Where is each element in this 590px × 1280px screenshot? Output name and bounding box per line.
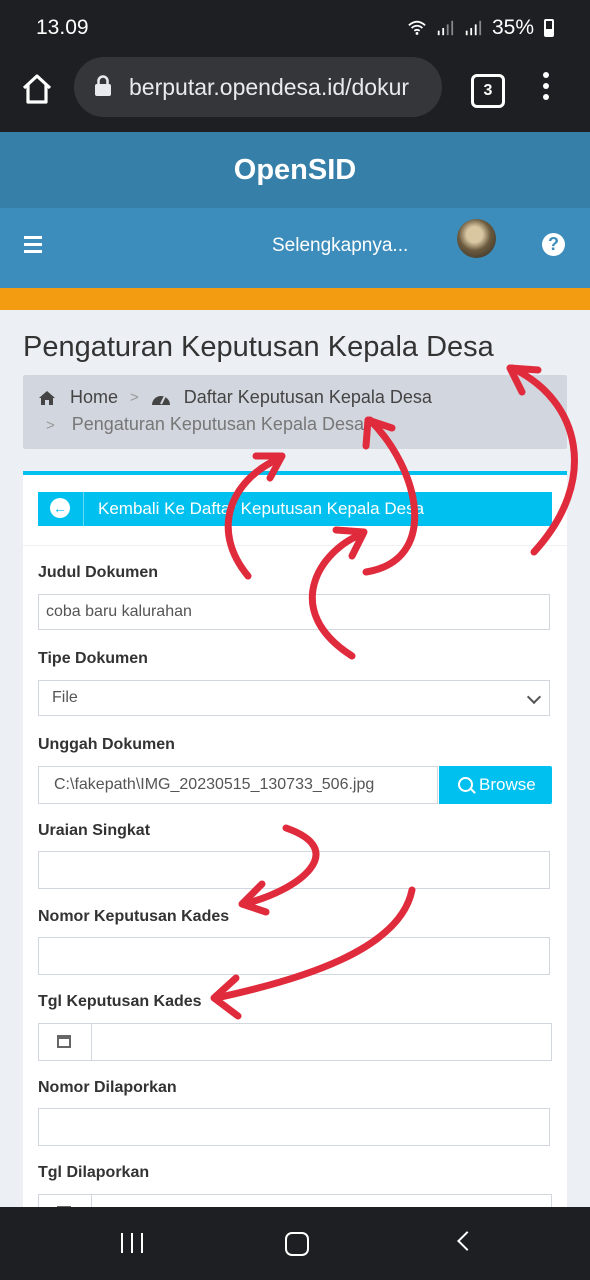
home-small-icon: [39, 390, 55, 405]
nomor-kades-input[interactable]: [38, 937, 550, 975]
tab-switcher-button[interactable]: 3: [471, 74, 505, 108]
more-link[interactable]: Selengkapnya...: [272, 235, 408, 257]
divider: [23, 545, 567, 546]
signal-icon: [437, 20, 454, 36]
chevron-down-icon: [526, 689, 542, 705]
search-icon: [458, 777, 473, 792]
form-box: ← Kembali Ke Daftar Keputusan Kepala Des…: [23, 471, 567, 1235]
arrow-left-circle-icon: ←: [38, 492, 84, 526]
browse-button[interactable]: Browse: [439, 766, 552, 804]
back-button-label: Kembali Ke Daftar Keputusan Kepala Desa: [98, 499, 425, 518]
breadcrumb-separator: >: [130, 389, 139, 406]
url-text: berputar.opendesa.id/dokur: [129, 74, 410, 100]
browser-toolbar: berputar.opendesa.id/dokur 3: [0, 56, 590, 132]
help-icon[interactable]: ?: [542, 233, 565, 256]
avatar[interactable]: [457, 219, 496, 258]
breadcrumb: Home > Daftar Keputusan Kepala Desa > Pe…: [23, 375, 567, 449]
uraian-input[interactable]: [38, 851, 550, 889]
top-navbar: Selengkapnya... ?: [0, 208, 590, 288]
nomor-lapor-label: Nomor Dilaporkan: [38, 1079, 177, 1096]
tipe-select[interactable]: File: [38, 680, 550, 716]
tipe-label: Tipe Dokumen: [38, 650, 148, 667]
system-back-icon[interactable]: [457, 1231, 477, 1251]
battery-icon: [544, 19, 554, 37]
lock-icon: [95, 75, 111, 96]
tipe-selected-value: File: [52, 689, 78, 706]
system-home-icon[interactable]: [285, 1232, 309, 1256]
overflow-menu-icon[interactable]: [538, 72, 554, 106]
browse-label: Browse: [479, 775, 536, 794]
page-title: Pengaturan Keputusan Kepala Desa: [23, 331, 494, 363]
nomor-lapor-input[interactable]: [38, 1108, 550, 1146]
back-to-list-button[interactable]: ← Kembali Ke Daftar Keputusan Kepala Des…: [38, 492, 552, 526]
status-bar: 13.09 35%: [0, 0, 590, 56]
wifi-icon: [408, 20, 426, 35]
status-time: 13.09: [36, 16, 89, 39]
signal-icon-2: [465, 20, 482, 36]
judul-input[interactable]: coba baru kalurahan: [38, 594, 550, 630]
app-brand[interactable]: OpenSID: [0, 132, 590, 208]
breadcrumb-list[interactable]: Daftar Keputusan Kepala Desa: [184, 387, 432, 408]
home-icon[interactable]: [20, 72, 54, 106]
calendar-addon: [39, 1024, 92, 1060]
uraian-label: Uraian Singkat: [38, 822, 151, 839]
tgl-kades-input[interactable]: [38, 1023, 552, 1061]
judul-label: Judul Dokumen: [38, 564, 159, 581]
nomor-kades-label: Nomor Keputusan Kades: [38, 908, 230, 925]
breadcrumb-current: Pengaturan Keputusan Kepala Desa: [71, 414, 364, 434]
breadcrumb-home[interactable]: Home: [70, 387, 118, 408]
dashboard-icon: [151, 395, 170, 405]
tgl-kades-label: Tgl Keputusan Kades: [38, 993, 202, 1010]
calendar-icon: [57, 1035, 71, 1048]
file-path-input[interactable]: C:\fakepath\IMG_20230515_130733_506.jpg: [38, 766, 438, 804]
address-bar[interactable]: berputar.opendesa.id/dokur: [74, 57, 442, 117]
tgl-lapor-label: Tgl Dilaporkan: [38, 1164, 150, 1181]
battery-text: 35%: [491, 16, 534, 39]
unggah-label: Unggah Dokumen: [38, 736, 175, 753]
breadcrumb-separator-2: >: [46, 417, 55, 434]
recents-icon[interactable]: [121, 1233, 143, 1253]
accent-bar: [0, 288, 590, 310]
system-nav-bar: [0, 1207, 590, 1280]
menu-toggle-icon[interactable]: [24, 236, 42, 254]
status-icons: 35%: [408, 16, 554, 40]
